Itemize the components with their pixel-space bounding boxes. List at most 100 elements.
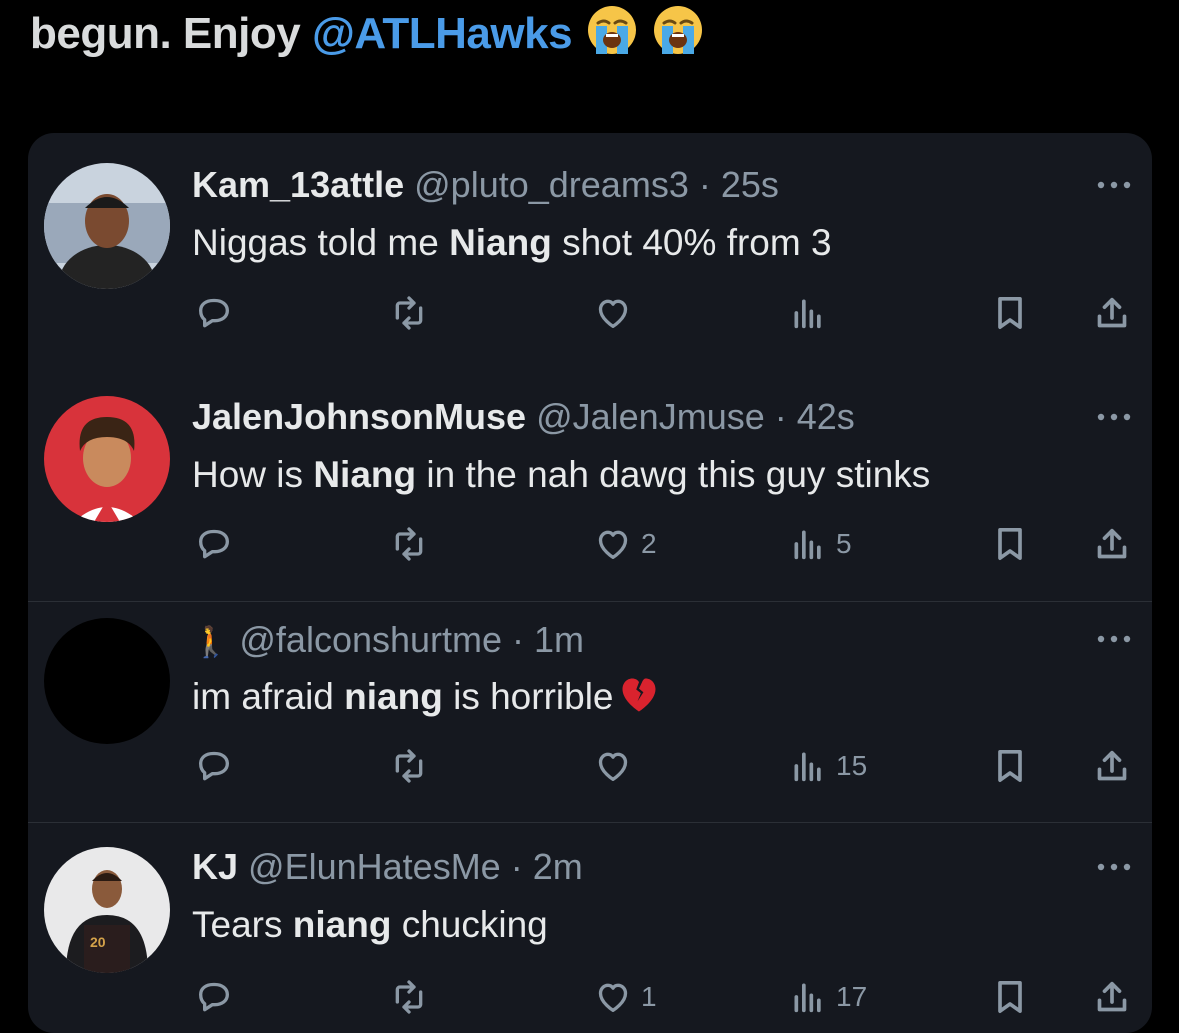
reply-icon [194,293,234,333]
like-button[interactable]: 2 [593,522,657,566]
header-mention-link[interactable]: @ATLHawks [312,9,573,58]
share-icon [1092,746,1132,786]
reply-icon [194,977,234,1017]
bookmark-button[interactable] [990,744,1030,788]
more-options-icon[interactable] [1094,860,1134,874]
retweet-button[interactable] [389,744,429,788]
bookmark-button[interactable] [990,291,1030,335]
views-icon [788,293,828,333]
handle[interactable]: @pluto_dreams3 [414,164,689,205]
highlight-text: Niang [313,454,417,495]
like-icon [593,977,633,1017]
share-icon [1092,977,1132,1017]
like-button[interactable] [593,744,641,788]
retweet-icon [389,746,429,786]
views-button[interactable] [788,291,836,335]
bookmark-icon [990,746,1030,786]
separator-dot: · [764,396,797,437]
avatar[interactable] [44,396,170,522]
handle[interactable]: @JalenJmuse [536,396,765,437]
replies-card: Kam_13attle @pluto_dreams3 · 25s Niggas … [28,133,1152,1033]
tweet-header: JalenJohnsonMuse @JalenJmuse · 42s [192,395,855,439]
views-button[interactable]: 5 [788,522,852,566]
like-icon [593,746,633,786]
timestamp[interactable]: 25s [721,164,779,205]
retweet-icon [389,293,429,333]
action-bar [28,291,1152,335]
separator-dot: · [502,619,535,660]
bookmark-button[interactable] [990,975,1030,1019]
retweet-button[interactable] [389,291,429,335]
like-button[interactable]: 1 [593,975,657,1019]
handle[interactable]: @ElunHatesMe [248,846,501,887]
action-bar: 1 17 [28,975,1152,1019]
tweet-item[interactable]: Kam_13attle @pluto_dreams3 · 25s Niggas … [28,133,1152,368]
like-count: 1 [641,981,657,1012]
tweet-item[interactable]: 20 KJ @ElunHatesMe · 2m Tears niang chuc… [28,823,1152,1033]
reply-button[interactable] [194,975,234,1019]
tweet-item[interactable]: JalenJohnsonMuse @JalenJmuse · 42s How i… [28,368,1152,601]
timestamp[interactable]: 42s [797,396,855,437]
tweet-item[interactable]: 🚶 @falconshurtme · 1m im afraid niang is… [28,602,1152,822]
tweet-text: Tears niang chucking [192,904,548,945]
reply-button[interactable] [194,522,234,566]
retweet-button[interactable] [389,975,429,1019]
views-button[interactable]: 15 [788,744,867,788]
more-options-icon[interactable] [1094,178,1134,192]
like-count: 2 [641,528,657,559]
more-options-icon[interactable] [1094,632,1134,646]
reply-icon [194,524,234,564]
share-icon [1092,293,1132,333]
share-icon [1092,524,1132,564]
views-count: 15 [836,750,868,781]
loudly-crying-face-icon [652,4,704,56]
reply-button[interactable] [194,744,234,788]
display-name[interactable]: JalenJohnsonMuse [192,396,526,437]
timestamp[interactable]: 2m [533,846,583,887]
share-button[interactable] [1092,291,1132,335]
tweet-header: Kam_13attle @pluto_dreams3 · 25s [192,163,779,207]
share-button[interactable] [1092,744,1132,788]
tweet-text: How is Niang in the nah dawg this guy st… [192,454,931,495]
views-count: 17 [836,981,868,1012]
views-count: 5 [836,528,852,559]
avatar[interactable]: 20 [44,847,170,973]
bookmark-button[interactable] [990,522,1030,566]
highlight-text: Niang [449,222,552,263]
retweet-icon [389,977,429,1017]
handle[interactable]: @falconshurtme [239,619,502,660]
avatar[interactable] [44,163,170,289]
bookmark-icon [990,977,1030,1017]
separator-dot: · [500,846,533,887]
reply-icon [194,746,234,786]
like-button[interactable] [593,291,641,335]
views-icon [788,524,828,564]
more-options-icon[interactable] [1094,410,1134,424]
highlight-text: niang [344,676,443,717]
views-button[interactable]: 17 [788,975,867,1019]
views-icon [788,746,828,786]
broken-heart-icon [622,678,656,712]
header-plain-text: begun. Enjoy [30,9,312,58]
share-button[interactable] [1092,522,1132,566]
retweet-button[interactable] [389,522,429,566]
timestamp[interactable]: 1m [534,619,584,660]
display-name[interactable]: Kam_13attle [192,164,404,205]
tweet-text: Niggas told me Niang shot 40% from 3 [192,222,832,263]
retweet-icon [389,524,429,564]
action-bar: 2 5 [28,522,1152,566]
like-icon [593,524,633,564]
action-bar: 15 [28,744,1152,788]
svg-text:20: 20 [90,934,106,950]
highlight-text: niang [292,904,392,945]
reply-button[interactable] [194,291,234,335]
tweet-header: KJ @ElunHatesMe · 2m [192,845,583,889]
views-icon [788,977,828,1017]
share-button[interactable] [1092,975,1132,1019]
display-name-emoji[interactable]: 🚶 [192,626,229,659]
like-icon [593,293,633,333]
display-name[interactable]: KJ [192,846,238,887]
avatar[interactable] [44,618,170,744]
bookmark-icon [990,524,1030,564]
header-text: begun. Enjoy @ATLHawks [30,4,704,63]
